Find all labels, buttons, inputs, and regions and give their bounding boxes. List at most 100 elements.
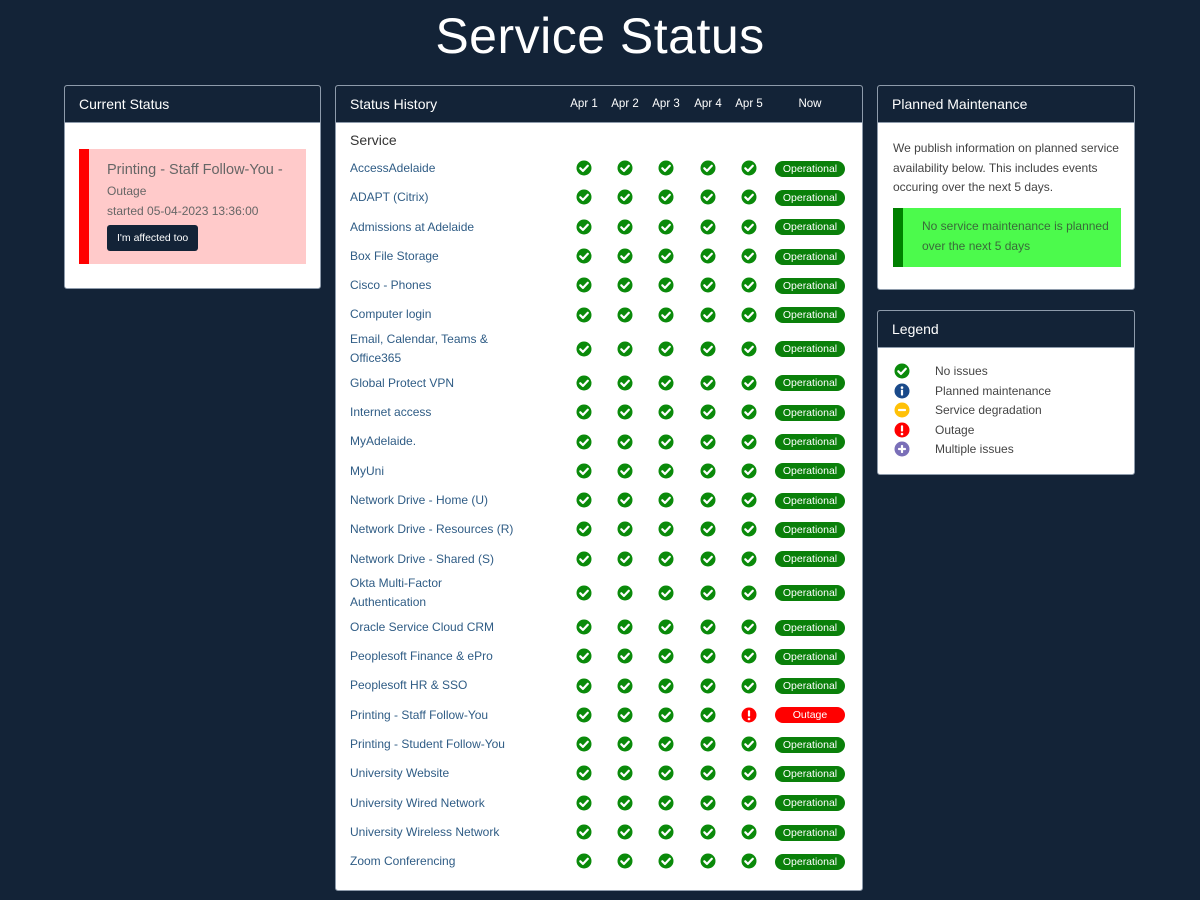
current-status-header: Current Status xyxy=(65,86,320,123)
check-circle-icon xyxy=(576,853,592,869)
check-circle-icon xyxy=(741,248,757,264)
check-circle-icon xyxy=(741,434,757,450)
service-link[interactable]: University Website xyxy=(350,764,520,783)
service-list: AccessAdelaide Operational ADAPT (Citrix) O… xyxy=(336,154,862,877)
check-circle-icon xyxy=(741,619,757,635)
now-status-badge: Operational xyxy=(775,765,845,782)
service-link[interactable]: Peoplesoft Finance & ePro xyxy=(350,647,520,666)
check-circle-icon xyxy=(576,248,592,264)
check-circle-icon xyxy=(700,853,716,869)
service-link[interactable]: Email, Calendar, Teams & Office365 xyxy=(350,330,520,368)
service-link[interactable]: Global Protect VPN xyxy=(350,374,520,393)
affected-too-button[interactable]: I'm affected too xyxy=(107,225,199,251)
check-circle-icon xyxy=(741,678,757,694)
service-row: ADAPT (Citrix) Operational xyxy=(336,183,862,212)
incident-alert: Printing - Staff Follow-You - Outage sta… xyxy=(79,149,306,264)
service-link[interactable]: Zoom Conferencing xyxy=(350,852,520,871)
check-circle-icon xyxy=(576,434,592,450)
check-circle-icon xyxy=(700,307,716,323)
check-circle-icon xyxy=(741,404,757,420)
service-link[interactable]: Printing - Staff Follow-You xyxy=(350,706,520,725)
check-circle-icon xyxy=(617,707,633,723)
check-circle-icon xyxy=(741,765,757,781)
check-circle-icon xyxy=(700,551,716,567)
service-link[interactable]: Oracle Service Cloud CRM xyxy=(350,618,520,637)
service-link[interactable]: University Wireless Network xyxy=(350,823,520,842)
service-link[interactable]: MyAdelaide. xyxy=(350,432,520,451)
service-link[interactable]: ADAPT (Citrix) xyxy=(350,188,520,207)
check-circle-icon xyxy=(658,853,674,869)
service-row: MyAdelaide. Operational xyxy=(336,427,862,456)
check-circle-icon xyxy=(700,277,716,293)
maintenance-description: We publish information on planned servic… xyxy=(893,141,1119,194)
check-circle-icon xyxy=(741,521,757,537)
check-circle-icon xyxy=(658,463,674,479)
service-link[interactable]: University Wired Network xyxy=(350,794,520,813)
check-circle-icon xyxy=(741,492,757,508)
service-row: Printing - Student Follow-You Operational xyxy=(336,730,862,759)
check-circle-icon xyxy=(617,307,633,323)
check-circle-icon xyxy=(617,341,633,357)
legend-label: No issues xyxy=(935,364,988,378)
check-circle-icon xyxy=(658,219,674,235)
status-history-header: Status History Apr 1 Apr 2 Apr 3 Apr 4 A… xyxy=(336,86,862,123)
check-circle-icon xyxy=(700,824,716,840)
page-title: Service Status xyxy=(435,8,765,64)
service-row: Internet access Operational xyxy=(336,398,862,427)
column-header-now: Now xyxy=(798,98,822,110)
service-link[interactable]: Admissions at Adelaide xyxy=(350,218,520,237)
service-link[interactable]: Printing - Student Follow-You xyxy=(350,735,520,754)
check-circle-icon xyxy=(576,521,592,537)
check-circle-icon xyxy=(576,824,592,840)
check-circle-icon xyxy=(700,404,716,420)
check-circle-icon xyxy=(658,707,674,723)
column-header-day: Apr 1 xyxy=(570,98,598,110)
service-link[interactable]: Network Drive - Resources (R) xyxy=(350,520,520,539)
check-circle-icon xyxy=(700,189,716,205)
service-link[interactable]: Internet access xyxy=(350,403,520,422)
check-circle-icon xyxy=(658,678,674,694)
service-link[interactable]: Computer login xyxy=(350,305,520,324)
now-status-badge: Operational xyxy=(775,160,845,177)
service-row: Peoplesoft HR & SSO Operational xyxy=(336,671,862,700)
service-row: University Wireless Network Operational xyxy=(336,818,862,847)
service-row: Email, Calendar, Teams & Office365 Operat… xyxy=(336,330,862,369)
service-link[interactable]: Peoplesoft HR & SSO xyxy=(350,676,520,695)
planned-maintenance-header: Planned Maintenance xyxy=(878,86,1134,123)
check-circle-icon xyxy=(658,824,674,840)
check-circle-icon xyxy=(617,248,633,264)
check-circle-icon xyxy=(700,585,716,601)
service-link[interactable]: Network Drive - Home (U) xyxy=(350,491,520,510)
check-circle-icon xyxy=(576,375,592,391)
check-circle-icon xyxy=(576,307,592,323)
check-circle-icon xyxy=(658,521,674,537)
legend-label: Planned maintenance xyxy=(935,383,1052,398)
check-circle-icon xyxy=(617,824,633,840)
check-circle-icon xyxy=(741,219,757,235)
check-circle-icon xyxy=(658,189,674,205)
service-link[interactable]: Cisco - Phones xyxy=(350,276,520,295)
now-status-badge: Operational xyxy=(775,248,845,265)
service-link[interactable]: Network Drive - Shared (S) xyxy=(350,550,520,569)
legend-label: Multiple issues xyxy=(935,442,1014,456)
plus-circle-icon xyxy=(894,441,910,457)
service-column-heading: Service xyxy=(350,132,397,148)
check-circle-icon xyxy=(658,648,674,664)
service-link[interactable]: Box File Storage xyxy=(350,247,520,266)
now-status-badge: Operational xyxy=(775,219,845,236)
now-status-badge: Operational xyxy=(775,341,845,358)
legend-label: Service degradation xyxy=(935,403,1042,417)
check-circle-icon xyxy=(576,678,592,694)
check-circle-icon xyxy=(658,375,674,391)
service-row: Okta Multi-Factor Authentication Operatio… xyxy=(336,574,862,613)
service-link[interactable]: AccessAdelaide xyxy=(350,159,520,178)
check-circle-icon xyxy=(576,795,592,811)
check-circle-icon xyxy=(617,736,633,752)
service-link[interactable]: MyUni xyxy=(350,462,520,481)
service-link[interactable]: Okta Multi-Factor Authentication xyxy=(350,574,520,612)
check-circle-icon xyxy=(741,160,757,176)
check-circle-icon xyxy=(658,619,674,635)
check-circle-icon xyxy=(700,463,716,479)
now-status-badge: Operational xyxy=(775,404,845,421)
check-circle-icon xyxy=(617,619,633,635)
